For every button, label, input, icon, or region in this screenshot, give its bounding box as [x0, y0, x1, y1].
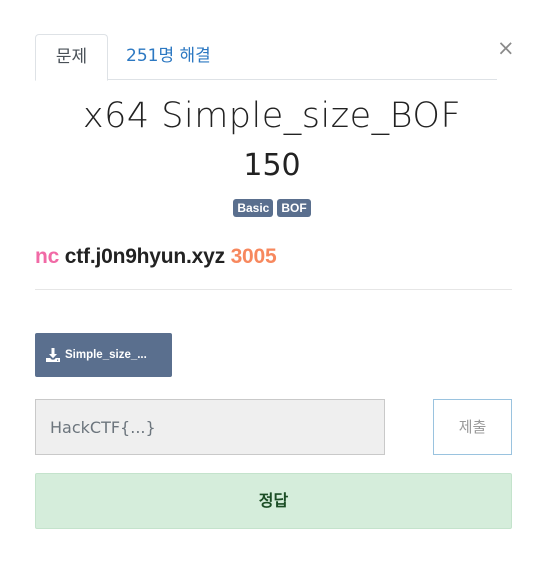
connection-host: ctf.j0n9hyun.xyz	[64, 245, 225, 268]
file-name: Simple_size_...	[65, 349, 147, 361]
result-alert: 정답	[35, 473, 512, 529]
challenge-points: 150	[243, 148, 301, 183]
divider	[35, 289, 512, 290]
download-icon	[46, 348, 60, 362]
tab-solves[interactable]: 251명 해결	[126, 34, 211, 80]
file-download-button[interactable]: Simple_size_...	[35, 333, 172, 377]
tag-badge: Basic	[233, 199, 274, 217]
tab-problem[interactable]: 문제	[35, 34, 108, 81]
close-button[interactable]: ×	[497, 37, 515, 59]
flag-input[interactable]	[35, 399, 385, 455]
tag-list: Basic BOF	[0, 199, 544, 217]
challenge-tabs: 문제 251명 해결	[35, 34, 497, 81]
connection-command: nc	[35, 245, 60, 268]
challenge-title: x64 Simple_size_BOF	[82, 96, 462, 136]
connection-port: 3005	[230, 245, 277, 268]
submit-button[interactable]: 제출	[433, 399, 512, 455]
connection-info: nc ctf.j0n9hyun.xyz 3005	[35, 245, 277, 269]
tag-badge: BOF	[277, 199, 311, 217]
